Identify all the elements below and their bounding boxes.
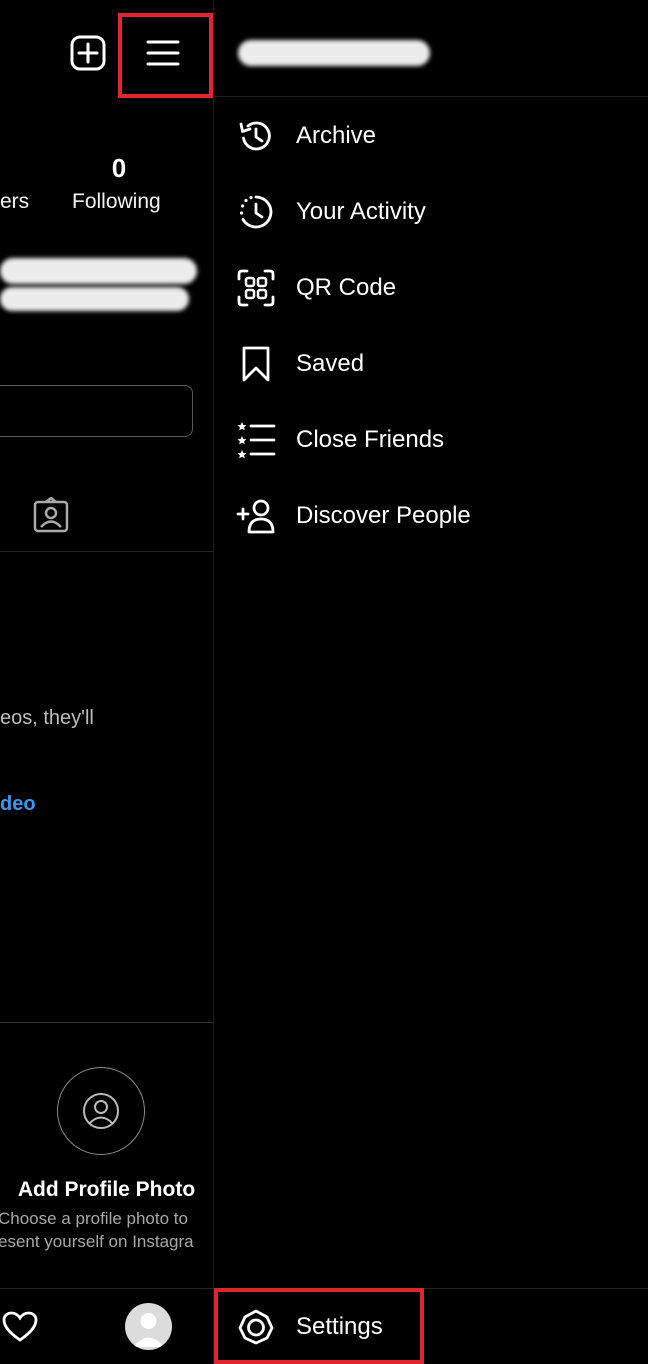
menu-label-discover-people: Discover People bbox=[296, 502, 471, 529]
qr-code-icon bbox=[236, 268, 276, 308]
activity-nav-button[interactable] bbox=[0, 1308, 40, 1346]
settings-highlight bbox=[214, 1288, 424, 1364]
plus-square-icon bbox=[70, 35, 106, 71]
person-circle-icon bbox=[83, 1093, 119, 1129]
heart-icon bbox=[2, 1311, 38, 1342]
avatar[interactable] bbox=[125, 1303, 172, 1350]
section-divider bbox=[0, 1022, 213, 1023]
activity-icon bbox=[236, 192, 276, 232]
add-person-icon bbox=[236, 496, 276, 536]
drawer-header-divider bbox=[214, 96, 648, 97]
menu-item-qr-code[interactable]: QR Code bbox=[214, 258, 648, 318]
default-avatar-icon bbox=[133, 1313, 164, 1347]
menu-item-archive[interactable]: Archive bbox=[214, 106, 648, 166]
menu-label-close-friends: Close Friends bbox=[296, 426, 445, 453]
add-photo-desc-line1: Choose a profile photo to bbox=[0, 1209, 188, 1228]
archive-icon bbox=[236, 116, 276, 156]
menu-label-your-activity: Your Activity bbox=[296, 198, 426, 225]
following-label[interactable]: Following bbox=[72, 190, 161, 214]
bookmark-icon bbox=[236, 344, 276, 384]
add-photo-title: Add Profile Photo bbox=[17, 1178, 196, 1201]
menu-button-highlight bbox=[118, 13, 213, 98]
menu-item-close-friends[interactable]: Close Friends bbox=[214, 410, 648, 470]
tagged-person-icon bbox=[33, 497, 69, 533]
side-drawer: Archive Your Activity QR Code Saved Clos… bbox=[214, 0, 648, 1364]
menu-label-qr-code: QR Code bbox=[296, 274, 397, 301]
add-photo-circle[interactable] bbox=[57, 1067, 145, 1155]
new-post-button[interactable] bbox=[68, 33, 108, 73]
tagged-tab[interactable] bbox=[30, 495, 72, 535]
tabs-divider bbox=[0, 551, 213, 552]
menu-label-archive: Archive bbox=[296, 122, 377, 149]
menu-item-discover-people[interactable]: Discover People bbox=[214, 486, 648, 546]
menu-item-your-activity[interactable]: Your Activity bbox=[214, 182, 648, 242]
add-photo-desc-line2: esent yourself on Instagra bbox=[0, 1232, 194, 1251]
redacted-username bbox=[238, 40, 430, 66]
redacted-name bbox=[0, 258, 197, 284]
followers-label[interactable]: ers bbox=[0, 190, 29, 214]
redacted-bio bbox=[0, 287, 189, 311]
edit-profile-button[interactable] bbox=[0, 385, 193, 437]
close-friends-icon bbox=[236, 420, 276, 460]
following-count[interactable]: 0 bbox=[70, 153, 168, 184]
posts-empty-text: eos, they'll bbox=[0, 707, 94, 729]
share-first-link[interactable]: deo bbox=[0, 793, 36, 816]
menu-label-saved: Saved bbox=[296, 350, 365, 377]
profile-page: 0 ers Following eos, they'll deo Add Pro… bbox=[0, 0, 213, 1364]
menu-item-saved[interactable]: Saved bbox=[214, 334, 648, 394]
bottom-nav-divider bbox=[0, 1288, 213, 1289]
